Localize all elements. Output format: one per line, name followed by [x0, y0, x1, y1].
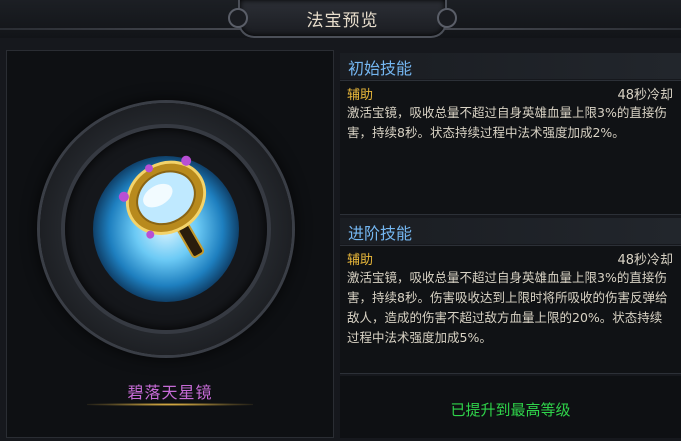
mirror-artifact-icon — [118, 155, 207, 258]
advanced-skill-title: 进阶技能 — [348, 224, 413, 243]
initial-skill-box: 辅助 48秒冷却 激活宝镜，吸收总量不超过自身英雄血量上限3%的直接伤害，持续8… — [340, 80, 681, 215]
item-name: 碧落天星镜 — [127, 383, 213, 402]
window-title: 法宝预览 — [306, 11, 379, 31]
advanced-skill-header: 进阶技能 — [340, 218, 681, 244]
title-plate: 法宝预览 — [228, 0, 457, 38]
skill-description: 激活宝镜，吸收总量不超过自身英雄血量上限3%的直接伤害，持续8秒。状态持续过程中… — [347, 105, 667, 140]
item-name-glow — [87, 403, 253, 406]
item-preview-panel: 碧落天星镜 — [6, 50, 334, 438]
advanced-skill-box: 辅助 48秒冷却 激活宝镜，吸收总量不超过自身英雄血量上限3%的直接伤害，持续8… — [340, 245, 681, 374]
upgrade-status-panel: 已提升到最高等级 — [340, 376, 681, 438]
initial-skill-title: 初始技能 — [348, 59, 413, 78]
initial-skill-header: 初始技能 — [340, 53, 681, 79]
max-level-text: 已提升到最高等级 — [450, 401, 571, 419]
skill-cooldown: 48秒冷却 — [617, 88, 673, 103]
skill-type-label: 辅助 — [347, 253, 374, 268]
skill-cooldown: 48秒冷却 — [617, 253, 673, 268]
skill-description: 激活宝镜，吸收总量不超过自身英雄血量上限3%的直接伤害，持续8秒。伤害吸收达到上… — [347, 270, 668, 345]
skill-type-label: 辅助 — [347, 88, 374, 103]
title-bar: 法宝预览 — [0, 0, 681, 38]
